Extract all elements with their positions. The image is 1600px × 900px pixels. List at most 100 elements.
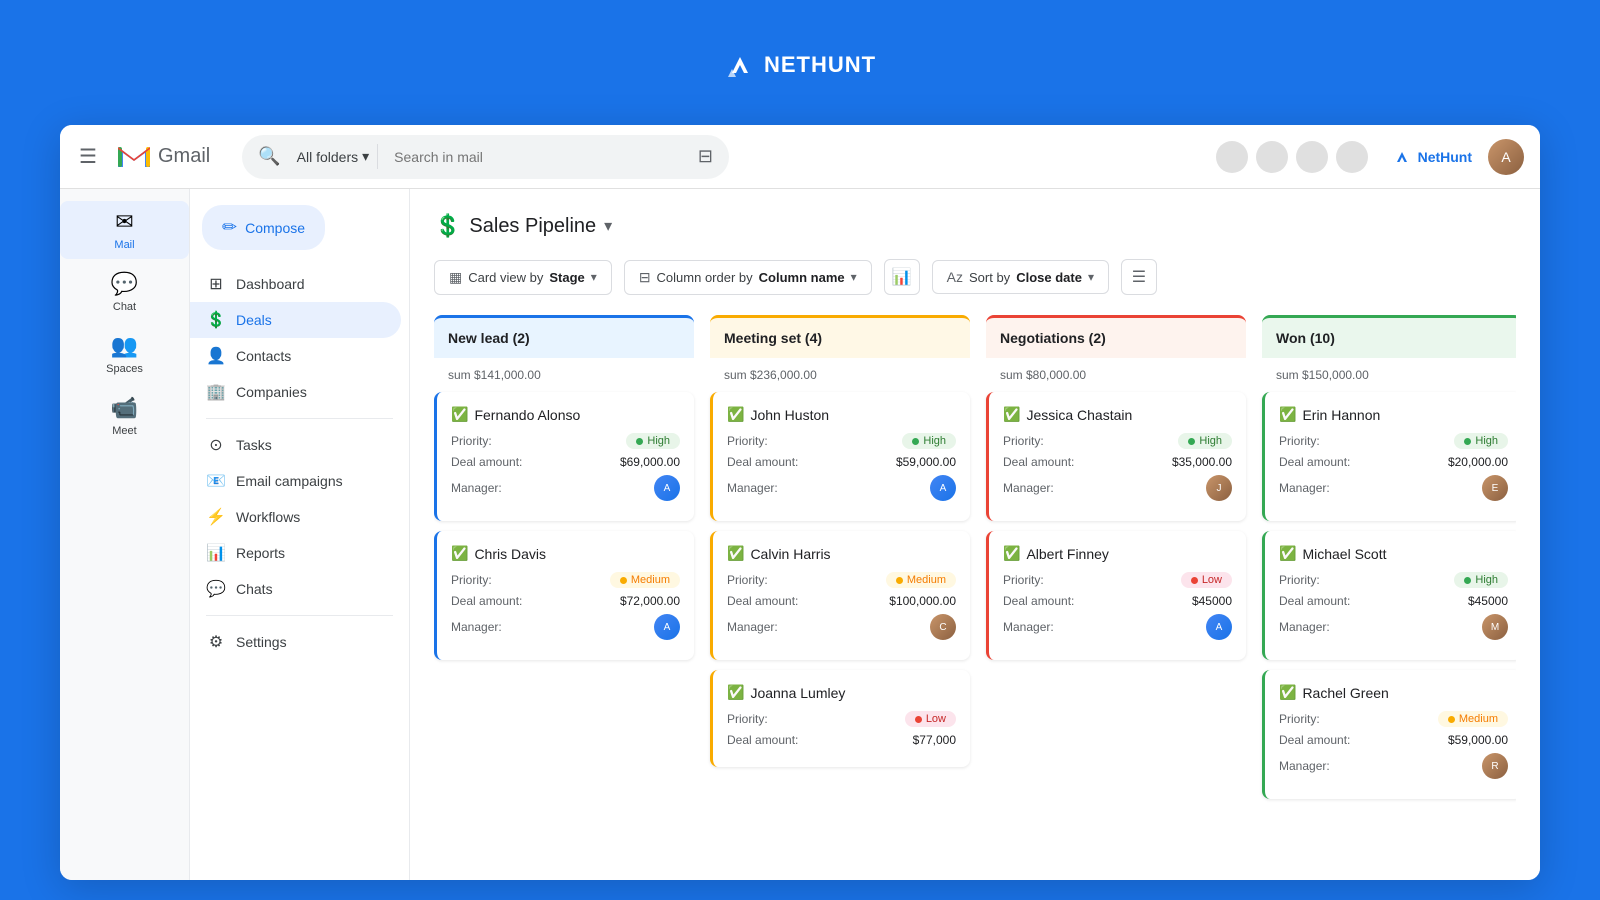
chart-icon-button[interactable]: 📊 <box>884 259 920 295</box>
deal-amount-row: Deal amount: $72,000.00 <box>451 594 680 608</box>
pipeline-dropdown-icon[interactable]: ▾ <box>604 216 612 236</box>
search-icon: 🔍 <box>258 146 280 167</box>
nav-item-reports[interactable]: 📊 Reports <box>190 535 401 571</box>
priority-label: Priority: <box>1003 434 1044 448</box>
deal-amount-row: Deal amount: $35,000.00 <box>1003 455 1232 469</box>
nav-chats-label: Chats <box>236 581 273 597</box>
deal-card[interactable]: ✅ Erin Hannon Priority: High Deal amount… <box>1262 392 1516 521</box>
header-dot-3 <box>1296 141 1328 173</box>
nav-divider <box>206 418 393 419</box>
nav-contacts-label: Contacts <box>236 348 291 364</box>
priority-label: Priority: <box>727 712 768 726</box>
chart-icon: 📊 <box>892 267 912 287</box>
reports-icon: 📊 <box>206 543 226 563</box>
nethunt-header-label: NetHunt <box>1418 149 1472 165</box>
deal-manager-row: Manager: C <box>727 614 956 640</box>
priority-dot-icon <box>912 438 919 445</box>
deal-card[interactable]: ✅ Fernando Alonso Priority: High Deal am… <box>434 392 694 521</box>
column-header-meeting-set: Meeting set (4) <box>710 315 970 358</box>
user-avatar-img: A <box>1488 139 1524 175</box>
deal-person-name: Erin Hannon <box>1302 407 1380 423</box>
hamburger-icon[interactable]: ☰ <box>76 144 100 169</box>
nav-item-dashboard[interactable]: ⊞ Dashboard <box>190 266 401 302</box>
sidebar-item-spaces[interactable]: 👥 Spaces <box>60 325 189 383</box>
nav-item-chats[interactable]: 💬 Chats <box>190 571 401 607</box>
sidebar-item-meet[interactable]: 📹 Meet <box>60 387 189 445</box>
amount-value: $100,000.00 <box>889 594 956 608</box>
nav-item-settings[interactable]: ⚙ Settings <box>190 624 401 660</box>
nav-item-workflows[interactable]: ⚡ Workflows <box>190 499 401 535</box>
manager-avatar: A <box>930 475 956 501</box>
deal-card[interactable]: ✅ Albert Finney Priority: Low Deal amoun… <box>986 531 1246 660</box>
deal-name: ✅ Joanna Lumley <box>727 684 956 701</box>
column-header-won: Won (10) <box>1262 315 1516 358</box>
deal-person-name: Joanna Lumley <box>750 685 845 701</box>
amount-value: $72,000.00 <box>620 594 680 608</box>
mail-icon: ✉ <box>115 209 133 235</box>
spaces-icon: 👥 <box>111 333 138 359</box>
deal-card[interactable]: ✅ Joanna Lumley Priority: Low Deal amoun… <box>710 670 970 767</box>
column-header-negotiations: Negotiations (2) <box>986 315 1246 358</box>
deal-card[interactable]: ✅ John Huston Priority: High Deal amount… <box>710 392 970 521</box>
toolbar: ▦ Card view by Stage ▾ ⊟ Column order by… <box>434 259 1516 295</box>
priority-badge: Medium <box>1438 711 1508 727</box>
column-sum-won: sum $150,000.00 <box>1262 362 1516 392</box>
deal-card[interactable]: ✅ Jessica Chastain Priority: High Deal a… <box>986 392 1246 521</box>
nethunt-small-icon <box>1392 147 1412 167</box>
manager-avatar: A <box>1206 614 1232 640</box>
deal-person-name: Fernando Alonso <box>474 407 580 423</box>
email-campaigns-icon: 📧 <box>206 471 226 491</box>
deal-card[interactable]: ✅ Chris Davis Priority: Medium Deal amou… <box>434 531 694 660</box>
deal-card[interactable]: ✅ Calvin Harris Priority: Medium Deal am… <box>710 531 970 660</box>
header-dot-2 <box>1256 141 1288 173</box>
deal-priority-row: Priority: Medium <box>451 572 680 588</box>
sidebar-item-mail[interactable]: ✉ Mail <box>60 201 189 259</box>
amount-label: Deal amount: <box>1279 455 1350 469</box>
sort-az-icon: Az <box>947 269 963 285</box>
nav-item-companies[interactable]: 🏢 Companies <box>190 374 401 410</box>
amount-value: $77,000 <box>913 733 956 747</box>
sidebar-meet-label: Meet <box>112 425 136 437</box>
priority-badge: High <box>626 433 680 449</box>
card-view-button[interactable]: ▦ Card view by Stage ▾ <box>434 260 612 295</box>
search-input[interactable] <box>394 149 690 165</box>
avatar[interactable]: A <box>1488 139 1524 175</box>
nav-companies-label: Companies <box>236 384 307 400</box>
filter-lines-button[interactable]: ☰ <box>1121 259 1157 295</box>
deal-card[interactable]: ✅ Michael Scott Priority: High Deal amou… <box>1262 531 1516 660</box>
amount-value: $35,000.00 <box>1172 455 1232 469</box>
amount-label: Deal amount: <box>1279 594 1350 608</box>
deal-priority-row: Priority: Low <box>1003 572 1232 588</box>
compose-button[interactable]: ✏ Compose <box>202 205 325 250</box>
header-dot-1 <box>1216 141 1248 173</box>
deal-name: ✅ Jessica Chastain <box>1003 406 1232 423</box>
nav-item-contacts[interactable]: 👤 Contacts <box>190 338 401 374</box>
nav-item-email-campaigns[interactable]: 📧 Email campaigns <box>190 463 401 499</box>
amount-value: $59,000.00 <box>1448 733 1508 747</box>
nav-item-deals[interactable]: 💲 Deals <box>190 302 401 338</box>
filter-icon[interactable]: ⊟ <box>698 146 713 167</box>
amount-label: Deal amount: <box>727 733 798 747</box>
sort-button[interactable]: Az Sort by Close date ▾ <box>932 260 1109 294</box>
sidebar-item-chat[interactable]: 💬 Chat <box>60 263 189 321</box>
nav-item-tasks[interactable]: ⊙ Tasks <box>190 427 401 463</box>
deal-manager-row: Manager: A <box>451 475 680 501</box>
deal-amount-row: Deal amount: $77,000 <box>727 733 956 747</box>
deal-amount-row: Deal amount: $20,000.00 <box>1279 455 1508 469</box>
compose-label: Compose <box>245 220 305 236</box>
folder-selector[interactable]: All folders ▾ <box>289 144 379 169</box>
top-banner: NETHUNT <box>0 0 1600 130</box>
deal-check-icon: ✅ <box>1003 545 1020 562</box>
deal-amount-row: Deal amount: $59,000.00 <box>1279 733 1508 747</box>
column-order-icon: ⊟ <box>639 269 651 286</box>
deal-card[interactable]: ✅ Rachel Green Priority: Medium Deal amo… <box>1262 670 1516 799</box>
priority-label: Priority: <box>1003 573 1044 587</box>
column-order-button[interactable]: ⊟ Column order by Column name ▾ <box>624 260 872 295</box>
deal-check-icon: ✅ <box>451 545 468 562</box>
gmail-logo: Gmail <box>116 143 210 171</box>
amount-value: $45000 <box>1192 594 1232 608</box>
deal-priority-row: Priority: High <box>451 433 680 449</box>
column-order-chevron-icon: ▾ <box>851 270 857 284</box>
deal-priority-row: Priority: High <box>1003 433 1232 449</box>
deal-name: ✅ Michael Scott <box>1279 545 1508 562</box>
